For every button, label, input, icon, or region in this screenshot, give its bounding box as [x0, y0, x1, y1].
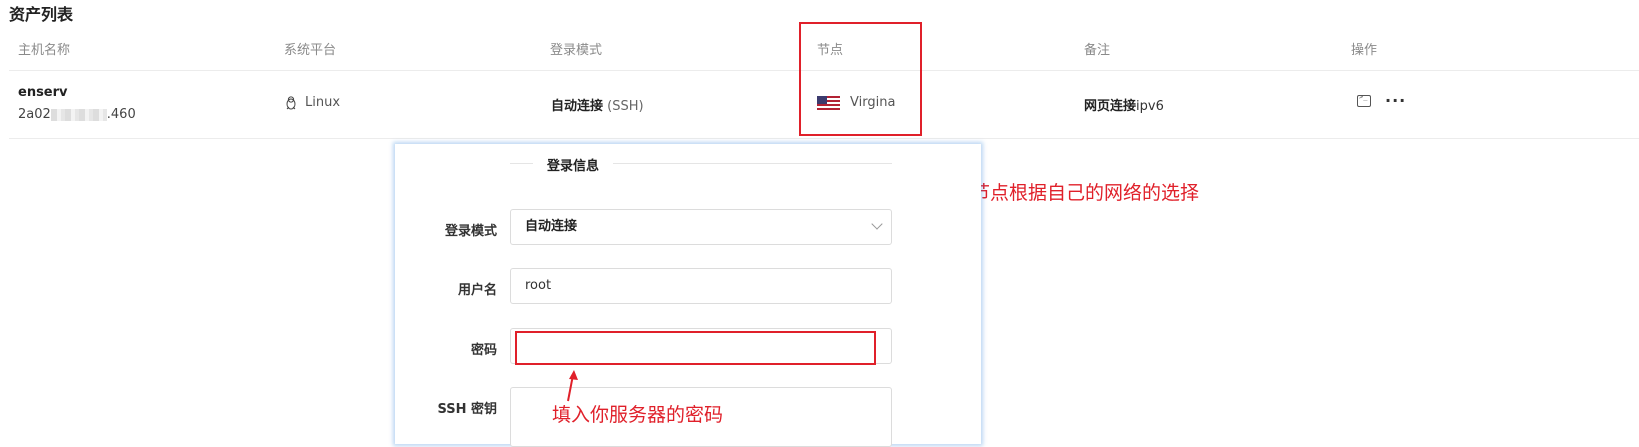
- host-ip-prefix: 2a02: [18, 107, 51, 122]
- node-annotation-text: 节点根据自己的网络的选择: [971, 182, 1200, 204]
- node-highlight-box: [799, 22, 922, 136]
- login-mode-select[interactable]: 自动连接: [510, 209, 892, 245]
- column-header-host-name: 主机名称: [18, 43, 71, 58]
- platform-cell: Linux: [285, 95, 340, 110]
- host-name[interactable]: enserv: [18, 85, 68, 100]
- terminal-icon[interactable]: [1357, 93, 1371, 107]
- platform-label: Linux: [305, 95, 341, 110]
- password-highlight-box: [515, 331, 876, 365]
- column-header-note: 备注: [1084, 43, 1111, 58]
- host-ip-suffix: .460: [106, 107, 136, 122]
- login-mode-cell: 自动连接 (SSH): [551, 95, 644, 114]
- login-mode-sub: (SSH): [607, 99, 644, 114]
- linux-penguin-icon: [286, 95, 296, 109]
- more-icon[interactable]: ···: [1385, 93, 1406, 109]
- password-label: 密码: [470, 343, 497, 358]
- password-annotation-text: 填入你服务器的密码: [552, 404, 724, 426]
- ssh-key-label: SSH 密钥: [437, 402, 497, 417]
- ip-redaction: [50, 108, 107, 121]
- note-sub: ipv6: [1136, 99, 1164, 114]
- username-label: 用户名: [457, 283, 497, 298]
- chevron-down-icon: [871, 218, 883, 230]
- section-title: 登录信息: [533, 155, 614, 174]
- column-header-actions: 操作: [1351, 43, 1378, 58]
- username-input[interactable]: root: [510, 268, 892, 304]
- login-mode-main: 自动连接: [551, 99, 604, 114]
- note-main: 网页连接: [1084, 99, 1137, 114]
- login-info-dialog: 登录信息 登录模式 自动连接 用户名 root 密码 SSH 密钥 填入你服务器…: [395, 144, 981, 447]
- row-divider: [9, 138, 1639, 139]
- page-title: 资产列表: [9, 5, 74, 24]
- column-header-login-mode: 登录模式: [550, 43, 603, 58]
- actions-cell: ···: [1357, 93, 1406, 109]
- note-cell: 网页连接ipv6: [1084, 95, 1164, 114]
- login-mode-value: 自动连接: [525, 219, 578, 234]
- login-mode-label: 登录模式: [444, 224, 497, 239]
- host-ip: 2a02 .460: [18, 107, 136, 122]
- column-header-platform: 系统平台: [284, 43, 337, 58]
